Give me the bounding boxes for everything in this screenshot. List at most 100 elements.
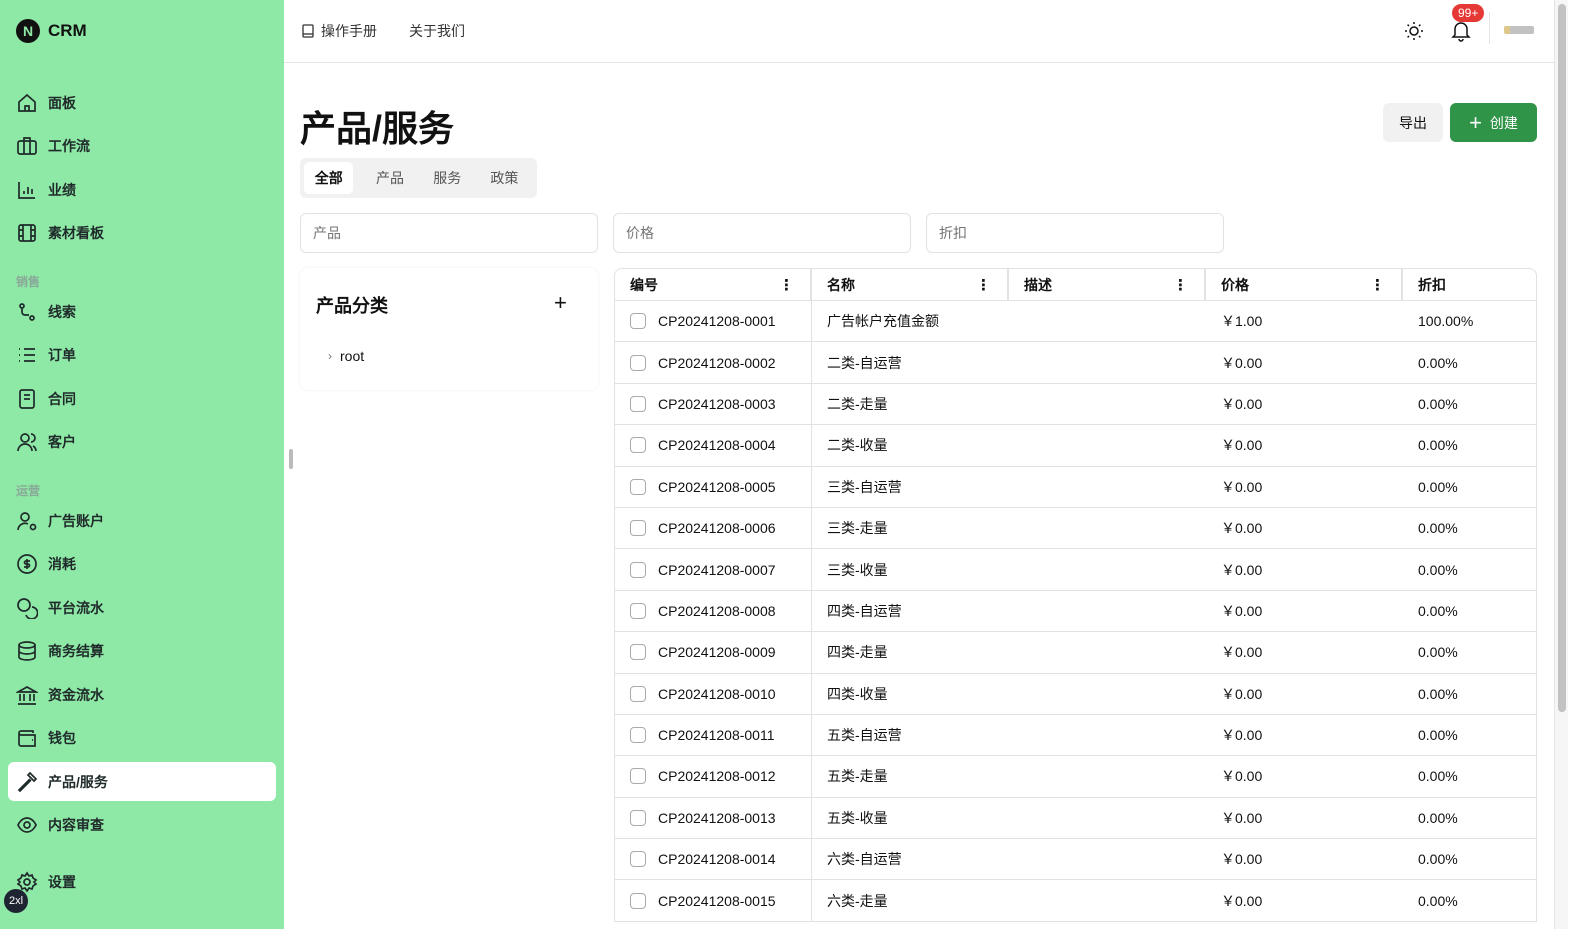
cell-name: 六类-自运营: [812, 839, 1009, 879]
row-checkbox[interactable]: [630, 602, 646, 619]
sidebar-item-label: 客户: [48, 434, 76, 450]
tab[interactable]: 产品: [361, 162, 418, 194]
table-row[interactable]: CP20241208-0005 三类-自运营 ￥0.00 0.00%: [615, 466, 1536, 508]
cell-text: 三类-走量: [827, 520, 888, 537]
row-checkbox[interactable]: [630, 851, 646, 868]
table-row[interactable]: CP20241208-0007 三类-收量 ￥0.00 0.00%: [615, 549, 1536, 591]
tree-node-root[interactable]: › root: [328, 348, 364, 364]
cell-name: 三类-自运营: [812, 467, 1009, 507]
row-checkbox[interactable]: [630, 685, 646, 702]
cell-text: ￥0.00: [1221, 851, 1263, 868]
sidebar-item[interactable]: 产品/服务: [8, 762, 276, 801]
row-checkbox[interactable]: [630, 561, 646, 578]
sidebar-item[interactable]: 内容审查: [8, 806, 276, 845]
row-checkbox[interactable]: [630, 644, 646, 661]
row-checkbox[interactable]: [630, 354, 646, 371]
cell-code: CP20241208-0013: [615, 797, 812, 839]
add-category-icon[interactable]: +: [554, 290, 567, 316]
table-row[interactable]: CP20241208-0010 四类-收量 ￥0.00 0.00%: [615, 673, 1536, 715]
product-filter-input[interactable]: [300, 213, 598, 253]
sidebar-item[interactable]: 素材看板: [8, 214, 276, 253]
cell-discount: 0.00%: [1403, 342, 1536, 382]
column-menu-icon[interactable]: ⋮: [1173, 276, 1188, 294]
cell-name: 三类-收量: [812, 549, 1009, 589]
sidebar-item[interactable]: 资金流水: [8, 675, 276, 714]
sidebar-item[interactable]: 业绩: [8, 170, 276, 209]
table-row[interactable]: CP20241208-0009 四类-走量 ￥0.00 0.00%: [615, 632, 1536, 674]
sidebar-item[interactable]: 钱包: [8, 719, 276, 758]
cell-name: 五类-走量: [812, 756, 1009, 796]
column-header[interactable]: 折扣: [1403, 269, 1536, 300]
table-row[interactable]: CP20241208-0013 五类-收量 ￥0.00 0.00%: [615, 797, 1536, 840]
tab[interactable]: 政策: [476, 162, 533, 194]
cell-text: ￥0.00: [1221, 561, 1263, 578]
cell-name: 二类-收量: [812, 425, 1009, 465]
resize-handle[interactable]: [289, 449, 293, 469]
company-logo[interactable]: [1504, 26, 1534, 34]
row-checkbox[interactable]: [630, 520, 646, 537]
sidebar-item[interactable]: 设置: [8, 862, 276, 901]
cell-text: 0.00%: [1418, 851, 1458, 868]
discount-filter-input[interactable]: [926, 213, 1224, 253]
sidebar-item[interactable]: 客户: [8, 423, 276, 462]
brand[interactable]: N CRM: [16, 19, 87, 43]
table-row[interactable]: CP20241208-0008 四类-自运营 ￥0.00 0.00%: [615, 590, 1536, 633]
table-row[interactable]: CP20241208-0006 三类-走量 ￥0.00 0.00%: [615, 507, 1536, 550]
cell-text: 0.00%: [1418, 478, 1458, 495]
cell-text: 100.00%: [1418, 313, 1474, 330]
column-header[interactable]: 名称 ⋮: [812, 269, 1009, 300]
sidebar-item[interactable]: 线索: [8, 292, 276, 331]
table-row[interactable]: CP20241208-0004 二类-收量 ￥0.00 0.00%: [615, 425, 1536, 467]
row-checkbox[interactable]: [630, 892, 646, 909]
table-row[interactable]: CP20241208-0011 五类-自运营 ￥0.00 0.00%: [615, 714, 1536, 757]
sun-icon[interactable]: [1404, 21, 1424, 41]
table-row[interactable]: CP20241208-0015 六类-走量 ￥0.00 0.00%: [615, 880, 1536, 922]
tab[interactable]: 服务: [419, 162, 476, 194]
column-menu-icon[interactable]: ⋮: [1370, 276, 1385, 294]
row-checkbox[interactable]: [630, 768, 646, 785]
row-checkbox[interactable]: [630, 727, 646, 744]
table-row[interactable]: CP20241208-0002 二类-自运营 ￥0.00 0.00%: [615, 342, 1536, 384]
column-header[interactable]: 编号 ⋮: [615, 269, 812, 300]
cell-text: ￥0.00: [1221, 395, 1263, 412]
sidebar-item[interactable]: 工作流: [8, 127, 276, 166]
row-checkbox[interactable]: [630, 395, 646, 412]
cell-text: 0.00%: [1418, 685, 1458, 702]
cell-text: 0.00%: [1418, 395, 1458, 412]
about-link[interactable]: 关于我们: [409, 21, 465, 41]
create-label: 创建: [1489, 114, 1518, 131]
column-header[interactable]: 价格 ⋮: [1206, 269, 1403, 300]
manual-link[interactable]: 操作手册: [301, 21, 377, 41]
row-checkbox[interactable]: [630, 313, 646, 330]
sidebar-item[interactable]: 平台流水: [8, 588, 276, 627]
column-header[interactable]: 描述 ⋮: [1009, 269, 1206, 300]
table-row[interactable]: CP20241208-0012 五类-走量 ￥0.00 0.00%: [615, 756, 1536, 798]
row-checkbox[interactable]: [630, 478, 646, 495]
table-row[interactable]: CP20241208-0001 广告帐户充值金额 ￥1.00 100.00%: [615, 301, 1536, 343]
table-row[interactable]: CP20241208-0014 六类-自运营 ￥0.00 0.00%: [615, 839, 1536, 881]
scrollbar[interactable]: [1554, 0, 1568, 929]
create-button[interactable]: + 创建: [1450, 103, 1537, 142]
sidebar-item[interactable]: 面板: [8, 83, 276, 122]
cell-code: CP20241208-0014: [615, 839, 812, 880]
column-menu-icon[interactable]: ⋮: [779, 276, 794, 294]
price-filter-input[interactable]: [613, 213, 911, 253]
tab[interactable]: 全部: [304, 162, 354, 194]
film-icon: [18, 224, 36, 242]
column-menu-icon[interactable]: ⋮: [976, 276, 991, 294]
sidebar-item[interactable]: 广告账户: [8, 501, 276, 540]
table-row[interactable]: CP20241208-0003 二类-走量 ￥0.00 0.00%: [615, 383, 1536, 426]
sidebar-item[interactable]: 消耗: [8, 545, 276, 584]
row-checkbox[interactable]: [630, 437, 646, 454]
export-button[interactable]: 导出: [1383, 103, 1443, 142]
row-checkbox[interactable]: [630, 809, 646, 826]
sidebar-item[interactable]: 合同: [8, 379, 276, 418]
cell-discount: 0.00%: [1403, 508, 1536, 548]
cell-text: CP20241208-0007: [658, 561, 776, 578]
sidebar-item[interactable]: 商务结算: [8, 632, 276, 671]
sidebar-item[interactable]: 订单: [8, 336, 276, 375]
cell-price: ￥0.00: [1206, 756, 1403, 796]
bell-icon[interactable]: [1451, 20, 1471, 42]
plus-icon: +: [1469, 109, 1482, 135]
cell-text: CP20241208-0014: [658, 851, 776, 868]
